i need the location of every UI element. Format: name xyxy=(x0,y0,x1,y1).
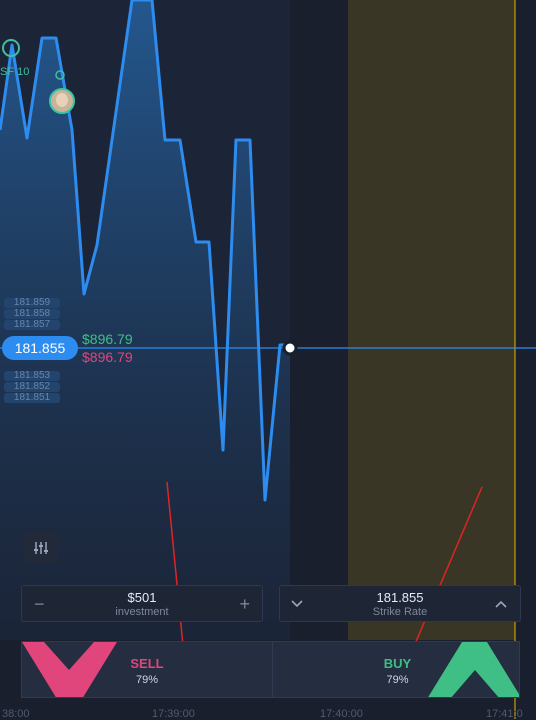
ladder-price: 181.857 xyxy=(4,320,60,330)
payout-up: $896.79 xyxy=(82,331,133,347)
ladder-price: 181.851 xyxy=(4,393,60,403)
time-axis: 38:00 17:39:00 17:40:00 17:41:0 xyxy=(0,708,536,720)
buy-label: BUY xyxy=(383,656,412,671)
ladder-price: 181.858 xyxy=(4,309,60,319)
ladder-price: 181.853 xyxy=(4,371,60,381)
trader-avatar xyxy=(49,88,75,114)
current-price-badge: 181.855 xyxy=(2,336,78,360)
sell-payout-percent: 79% xyxy=(135,674,159,686)
ladder-price: 181.852 xyxy=(4,382,60,392)
current-price-dot xyxy=(282,340,298,356)
expiry-zone xyxy=(348,0,515,640)
chevron-up-icon xyxy=(495,600,507,608)
strike-rate-field[interactable]: 181.855 Strike Rate xyxy=(279,585,521,622)
sell-button[interactable]: SELL 79% xyxy=(22,642,272,697)
strike-up-button[interactable] xyxy=(494,596,508,614)
trade-buttons: SELL 79% BUY 79% xyxy=(21,641,520,698)
investment-value[interactable]: $501 xyxy=(22,590,262,605)
payout-down: $896.79 xyxy=(82,349,133,365)
time-tick: 17:39:00 xyxy=(152,708,195,720)
buy-button[interactable]: BUY 79% xyxy=(272,642,519,697)
time-tick: 17:40:00 xyxy=(320,708,363,720)
increase-investment-button[interactable]: + xyxy=(239,595,250,613)
investment-label: investment xyxy=(115,606,169,618)
time-tick: 38:00 xyxy=(2,708,30,720)
chart-settings-button[interactable] xyxy=(24,532,58,564)
sell-label: SELL xyxy=(130,656,164,671)
buy-payout-percent: 79% xyxy=(386,674,409,686)
sliders-icon xyxy=(34,542,48,554)
investment-field[interactable]: − $501 investment + xyxy=(21,585,263,622)
trade-marker-label: SF 10 xyxy=(0,66,30,78)
ladder-price: 181.859 xyxy=(4,298,60,308)
strike-rate-label: Strike Rate xyxy=(372,606,428,618)
strike-rate-value[interactable]: 181.855 xyxy=(280,590,520,605)
time-tick: 17:41:0 xyxy=(486,708,523,720)
